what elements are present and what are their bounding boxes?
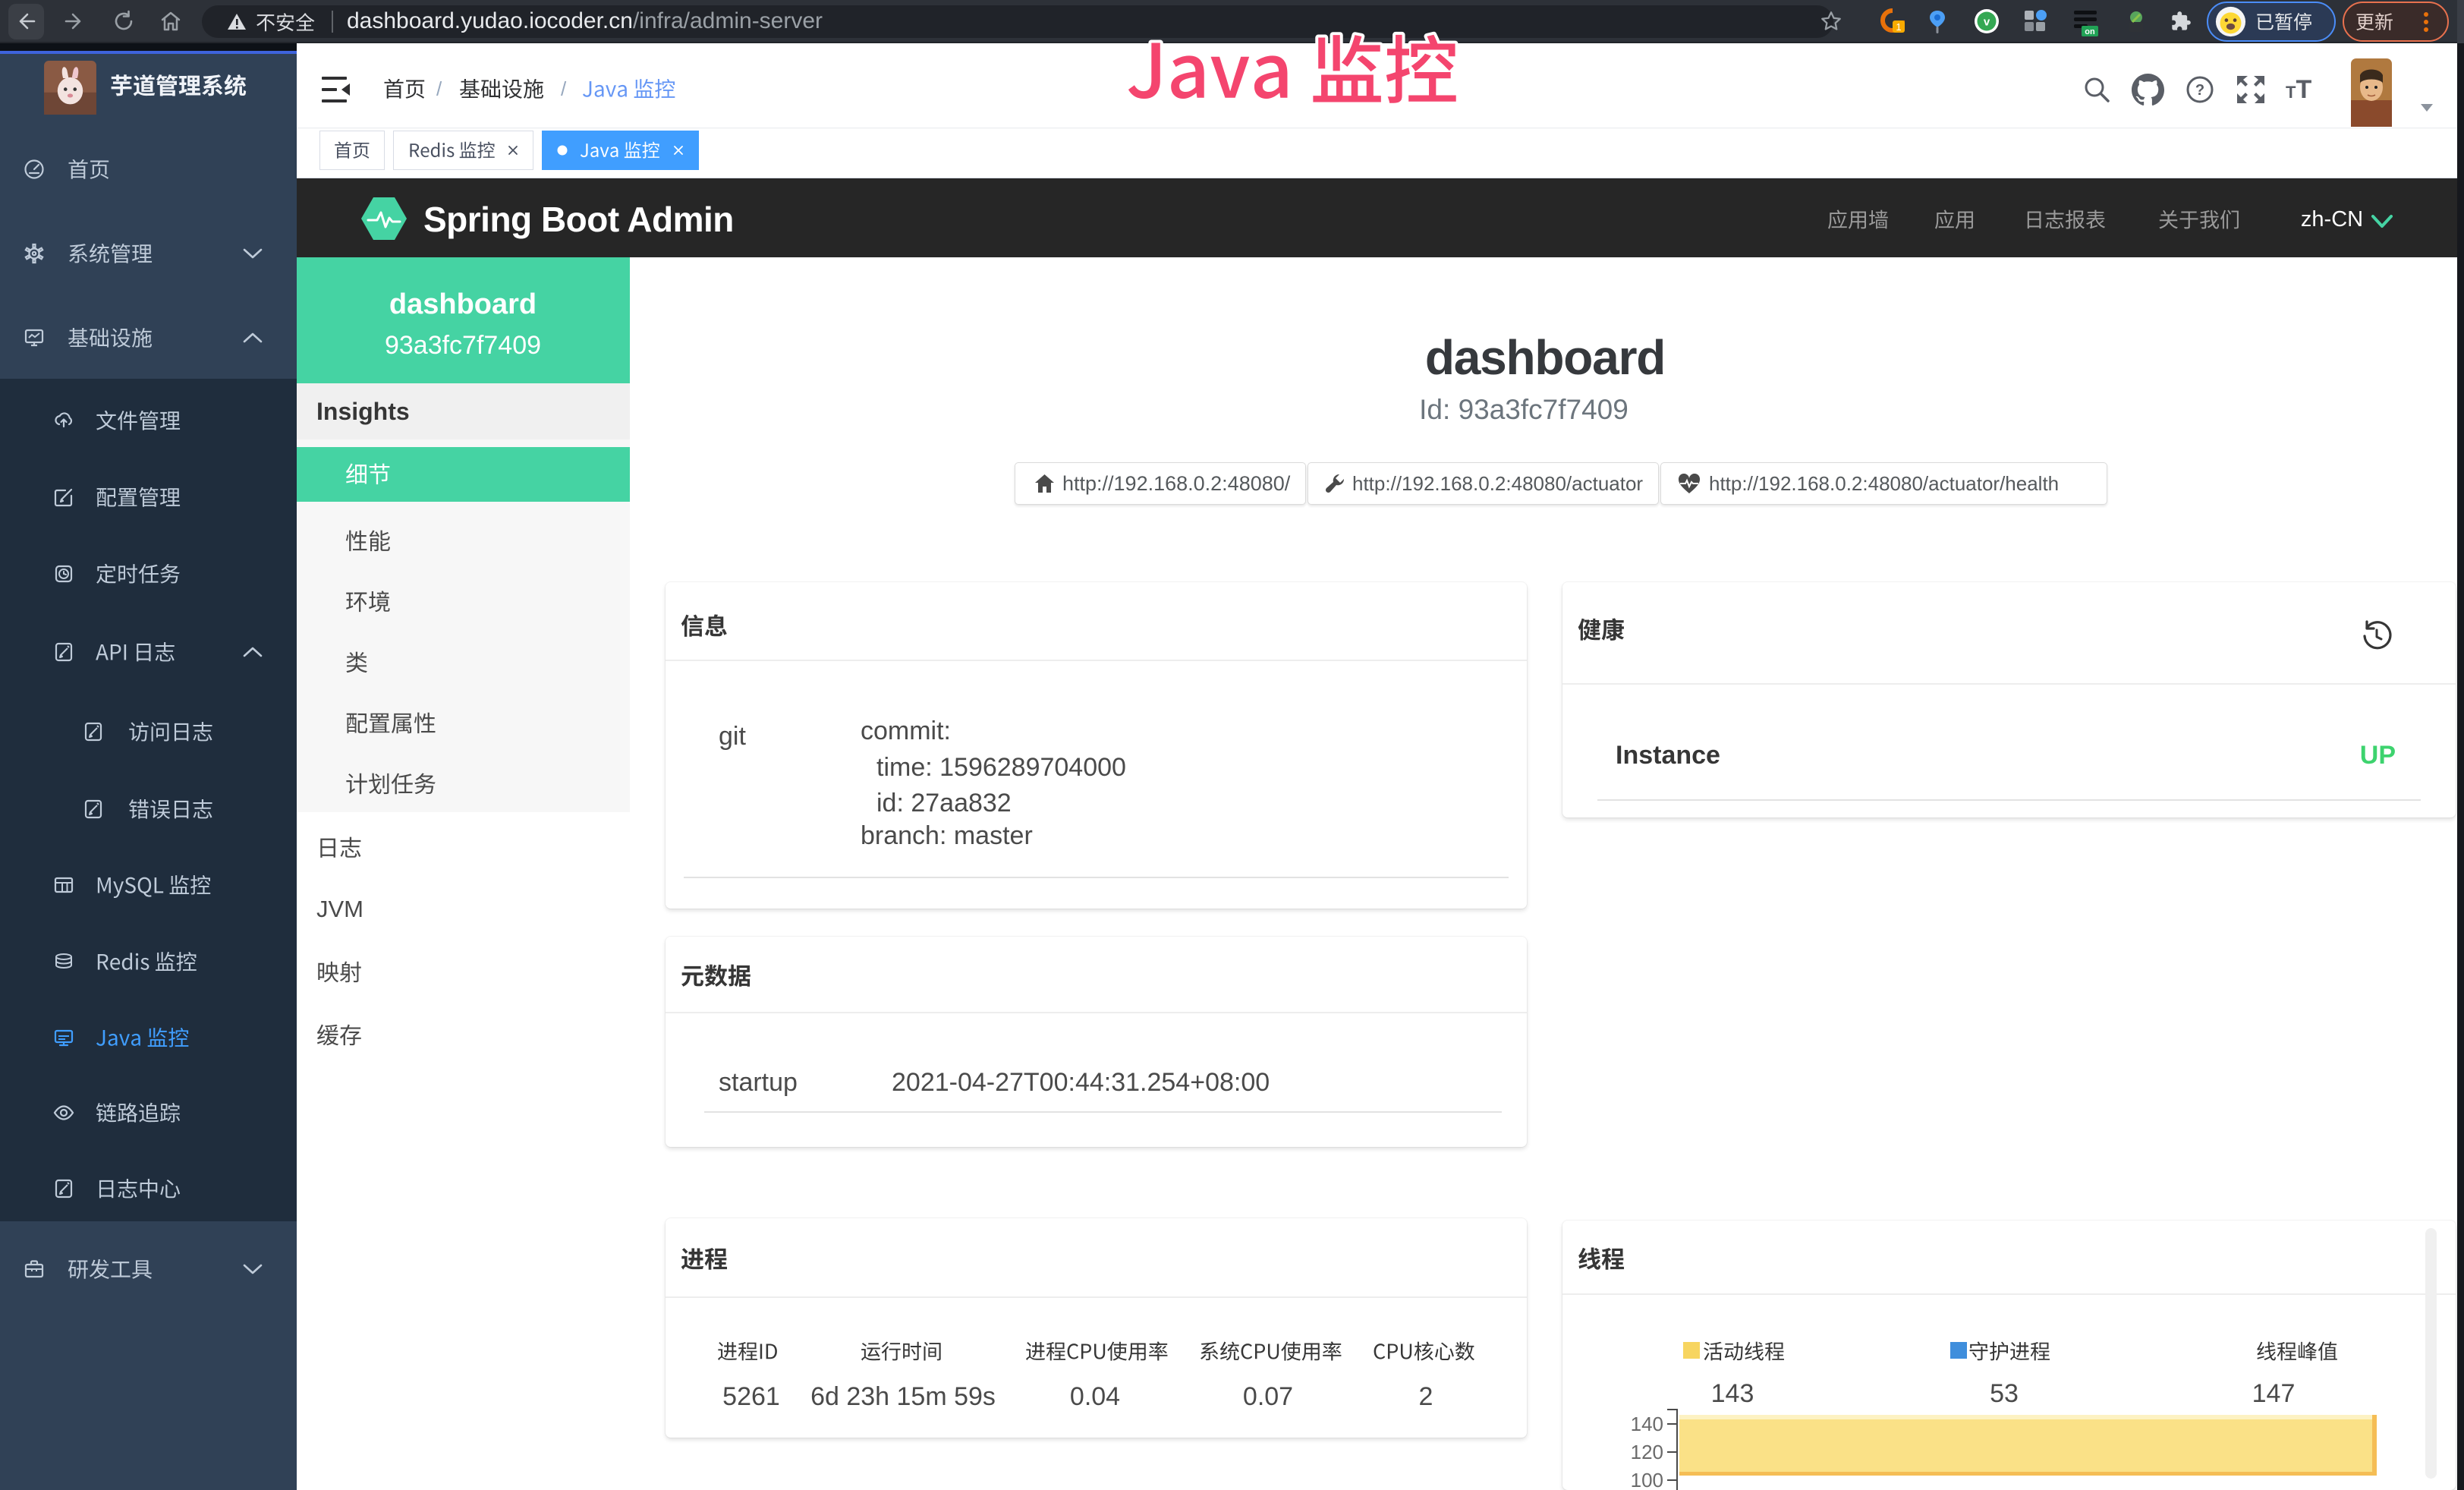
- svg-text:1: 1: [1896, 21, 1901, 33]
- svg-text:?: ?: [2195, 82, 2204, 99]
- svg-text:on: on: [2085, 27, 2095, 36]
- svg-text:v: v: [1984, 16, 1990, 29]
